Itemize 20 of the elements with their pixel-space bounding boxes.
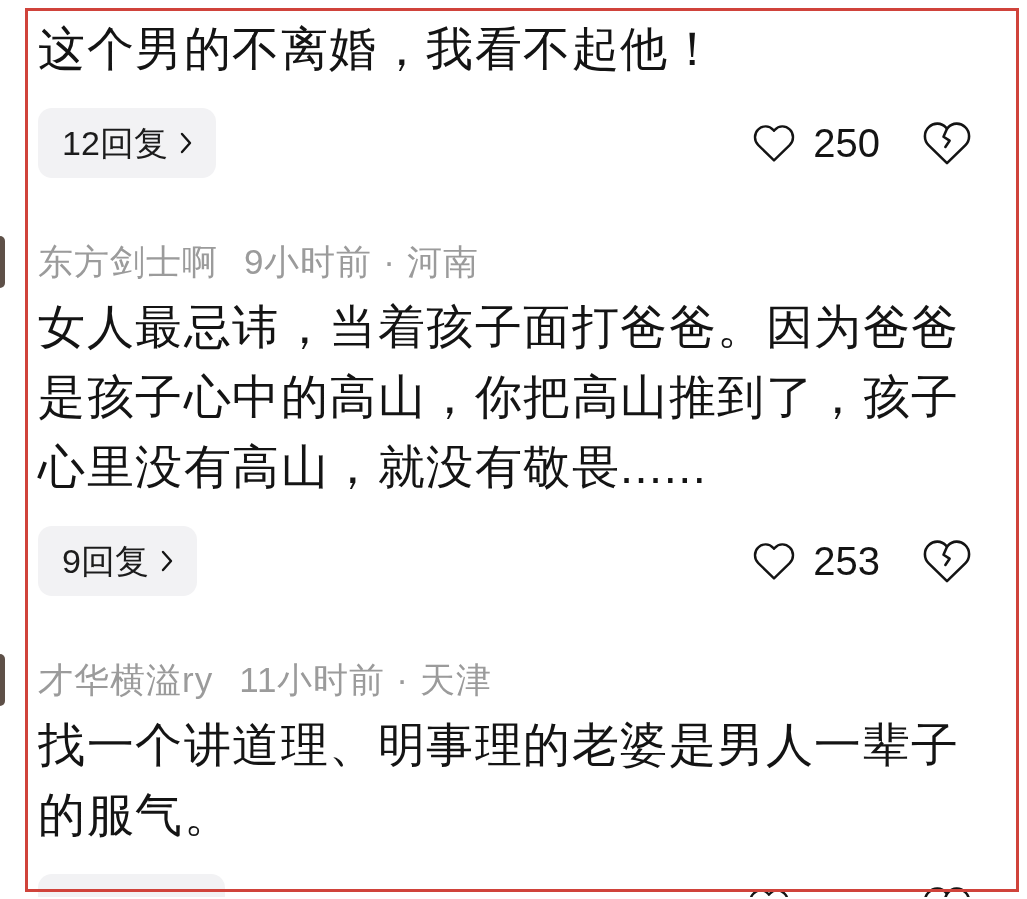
heart-icon[interactable] xyxy=(748,889,790,897)
comment-time-location: 9小时前 · 河南 xyxy=(244,241,479,283)
broken-heart-icon[interactable] xyxy=(922,539,972,583)
avatar-placeholder[interactable] xyxy=(0,236,5,288)
like-count: 250 xyxy=(813,120,880,167)
heart-icon[interactable] xyxy=(753,542,796,580)
replies-button[interactable] xyxy=(38,874,225,897)
replies-button[interactable]: 9回复 xyxy=(38,526,197,596)
chevron-right-icon[interactable] xyxy=(179,132,192,154)
broken-heart-icon[interactable] xyxy=(922,887,972,897)
comment-text: 这个男的不离婚，我看不起他！ xyxy=(38,21,718,77)
like-count: 253 xyxy=(813,538,880,585)
avatar-placeholder[interactable] xyxy=(0,654,5,706)
comment-text: 找一个讲道理、明事理的老婆是男人一辈子的服气。 xyxy=(38,717,961,843)
replies-button[interactable]: 12回复 xyxy=(38,108,216,178)
comment-time-location: 11小时前 · 天津 xyxy=(239,659,492,701)
chevron-right-icon[interactable] xyxy=(160,550,173,572)
heart-icon[interactable] xyxy=(753,124,796,162)
broken-heart-icon[interactable] xyxy=(922,121,972,165)
comment-text: 女人最忌讳，当着孩子面打爸爸。因为爸爸是孩子心中的高山，你把高山推到了，孩子心里没有高山，就没有敬畏...... xyxy=(38,299,961,495)
